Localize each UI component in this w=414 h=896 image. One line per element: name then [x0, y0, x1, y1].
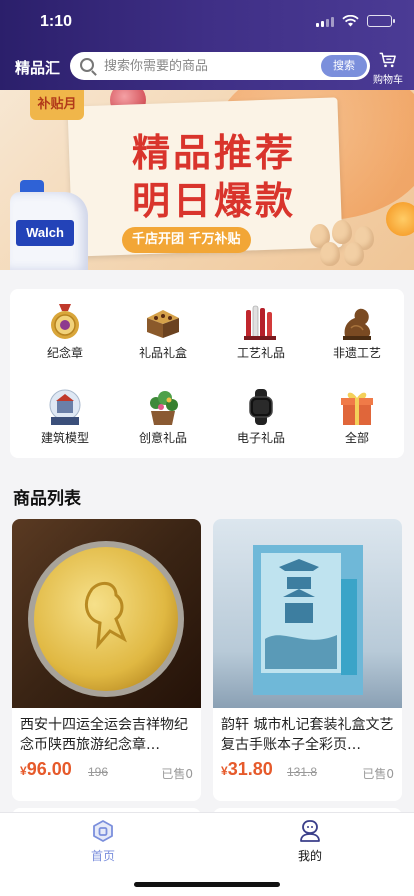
smartwatch-icon	[249, 389, 273, 425]
status-icons	[316, 15, 395, 27]
product-sold-count: 已售0	[161, 767, 193, 781]
promo-banner[interactable]: 补贴月 精品推荐 明日爆款 千店开团 千万补贴 Walch	[0, 90, 414, 270]
banner-subtitle: 千店开团 千万补贴	[122, 227, 251, 253]
product-title: 西安十四运全运会吉祥物纪念币陕西旅游纪念章…	[20, 717, 188, 753]
product-image	[12, 519, 201, 708]
home-icon	[93, 820, 113, 842]
category-item[interactable]: 工艺礼品	[212, 294, 310, 369]
product-title: 韵轩 城市札记套装礼盒文艺复古手账本子全彩页…	[221, 717, 394, 753]
product-image	[213, 519, 402, 708]
craft-pens-icon	[244, 305, 276, 340]
tab-home[interactable]: 首页	[58, 819, 148, 869]
search-icon	[80, 58, 94, 72]
tab-home-label: 首页	[90, 849, 115, 863]
cellular-signal-icon	[316, 16, 334, 27]
snow-globe-icon	[49, 389, 81, 425]
category-grid: 纪念章 礼品礼盒 工艺礼品 非遗工艺 建筑模型 创意礼品 电子礼品 全部	[10, 289, 404, 458]
product-sold-count: 已售0	[362, 767, 394, 781]
cart-button[interactable]: 购物车	[370, 50, 406, 86]
search-button[interactable]: 搜索	[321, 55, 367, 77]
tab-profile-label: 我的	[297, 849, 322, 863]
detergent-bottle-image: Walch	[10, 180, 90, 270]
gift-box-icon	[147, 310, 179, 338]
shopping-cart-icon	[379, 52, 396, 68]
present-icon	[341, 392, 373, 425]
top-bar: 精品汇 搜索 购物车	[0, 50, 414, 86]
category-item[interactable]: 电子礼品	[212, 379, 310, 454]
product-original-price: 196	[88, 765, 109, 779]
category-item[interactable]: 纪念章	[16, 294, 114, 369]
section-title: 商品列表	[13, 489, 81, 509]
search-bar[interactable]: 搜索	[70, 52, 370, 80]
category-item[interactable]: 创意礼品	[114, 379, 212, 454]
search-input[interactable]	[104, 52, 314, 80]
profile-icon	[300, 820, 320, 842]
status-time: 1:10	[40, 13, 73, 30]
tab-profile[interactable]: 我的	[265, 819, 355, 869]
medal-icon	[51, 304, 79, 339]
brand-title: 精品汇	[15, 59, 61, 77]
product-card[interactable]: 韵轩 城市札记套装礼盒文艺复古手账本子全彩页… ¥31.80 131.8 已售0	[213, 519, 402, 801]
banner-tag: 补贴月	[30, 90, 84, 120]
plant-pot-icon	[150, 391, 178, 425]
carving-icon	[343, 308, 371, 340]
product-price: ¥96.00	[20, 759, 72, 779]
category-item[interactable]: 礼品礼盒	[114, 294, 212, 369]
category-item[interactable]: 全部	[308, 379, 406, 454]
banner-headline-2: 明日爆款	[131, 178, 296, 223]
eggs-image	[304, 218, 384, 268]
wifi-icon	[342, 15, 359, 27]
product-original-price: 131.8	[287, 765, 318, 779]
status-bar: 1:10	[0, 0, 414, 44]
cart-label: 购物车	[373, 75, 403, 86]
home-indicator	[134, 882, 280, 887]
category-item[interactable]: 非遗工艺	[308, 294, 406, 369]
orange-slice-decoration	[386, 202, 414, 236]
battery-icon	[367, 15, 395, 27]
bottle-brand-label: Walch	[16, 220, 74, 246]
banner-headline-1: 精品推荐	[131, 130, 296, 175]
category-item[interactable]: 建筑模型	[16, 379, 114, 454]
product-card[interactable]: 西安十四运全运会吉祥物纪念币陕西旅游纪念章… ¥96.00 196 已售0	[12, 519, 201, 801]
product-price: ¥31.80	[221, 759, 273, 779]
